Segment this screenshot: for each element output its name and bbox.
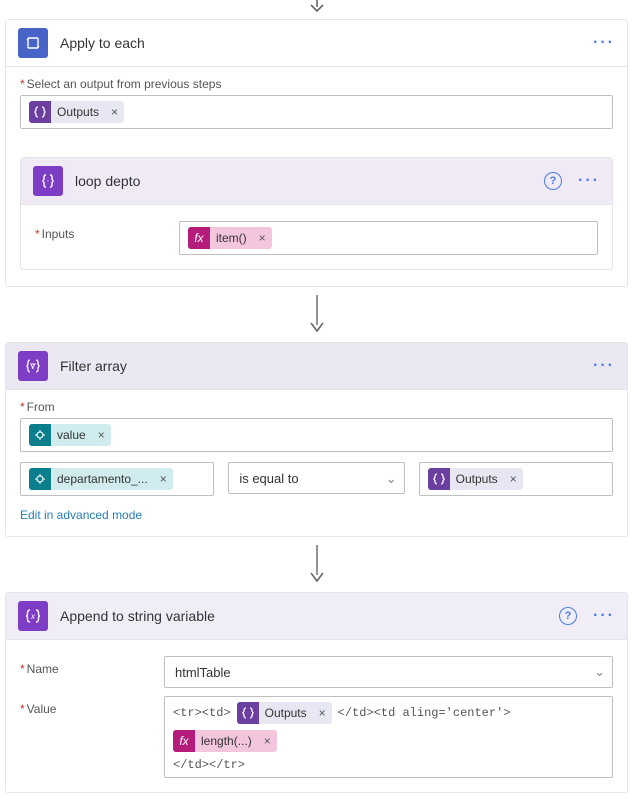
loop-depto-menu[interactable]: ··· [578,172,600,190]
remove-token[interactable]: × [504,468,523,490]
flow-arrow [5,537,628,592]
filter-operator-select[interactable]: is equal to ⌄ [228,462,404,496]
name-label: *Name [20,656,150,676]
select-output-input[interactable]: Outputs × [20,95,613,129]
fx-icon: fx [188,227,210,249]
variable-icon: x [18,601,48,631]
filter-array-header[interactable]: Filter array ··· [6,343,627,390]
remove-token[interactable]: × [253,227,272,249]
value-label: *Value [20,696,150,716]
advanced-mode-link[interactable]: Edit in advanced mode [20,508,613,522]
dynamic-content-icon [29,424,51,446]
braces-icon [29,101,51,123]
apply-to-each-title: Apply to each [60,35,593,51]
html-fragment: <tr><td> [173,706,231,720]
foreach-icon [18,28,48,58]
append-string-header[interactable]: x Append to string variable ? ··· [6,593,627,640]
help-button[interactable]: ? [559,607,577,625]
apply-to-each-card: Apply to each ··· *Select an output from… [5,19,628,287]
braces-icon [428,468,450,490]
braces-icon [237,702,259,724]
from-field[interactable]: value × [20,418,613,452]
append-string-menu[interactable]: ··· [593,607,615,625]
remove-token[interactable]: × [313,702,332,724]
loop-depto-card: loop depto ? ··· *Inputs fx item() × [20,157,613,270]
length-token[interactable]: fx length(...) × [173,730,277,752]
remove-token[interactable]: × [154,468,173,490]
append-string-title: Append to string variable [60,608,559,624]
flow-entry-arrow [5,0,628,19]
departamento-token[interactable]: departamento_... × [29,468,173,490]
fx-icon: fx [173,730,195,752]
loop-depto-header[interactable]: loop depto ? ··· [21,158,612,205]
remove-token[interactable]: × [105,101,124,123]
apply-to-each-menu[interactable]: ··· [593,34,615,52]
append-string-card: x Append to string variable ? ··· *Name … [5,592,628,793]
loop-depto-title: loop depto [75,173,544,189]
inputs-field[interactable]: fx item() × [179,221,598,255]
name-select[interactable]: htmlTable ⌄ [164,656,613,688]
help-button[interactable]: ? [544,172,562,190]
remove-token[interactable]: × [258,730,277,752]
scope-icon [33,166,63,196]
item-token[interactable]: fx item() × [188,227,272,249]
value-field[interactable]: <tr><td> Outputs × </td><td aling='cente… [164,696,613,778]
apply-to-each-header[interactable]: Apply to each ··· [6,20,627,67]
flow-arrow [5,287,628,342]
filter-right-operand[interactable]: Outputs × [419,462,613,496]
filter-left-operand[interactable]: departamento_... × [20,462,214,496]
remove-token[interactable]: × [92,424,111,446]
filter-array-title: Filter array [60,358,593,374]
html-fragment: </td></tr> [173,758,604,772]
svg-text:x: x [30,612,36,621]
html-fragment: </td><td aling='center'> [338,706,511,720]
dynamic-content-icon [29,468,51,490]
value-token[interactable]: value × [29,424,111,446]
filter-array-card: Filter array ··· *From value × [5,342,628,537]
outputs-token[interactable]: Outputs × [428,468,523,490]
filter-icon [18,351,48,381]
outputs-token[interactable]: Outputs × [29,101,124,123]
from-label: *From [20,400,613,414]
filter-array-menu[interactable]: ··· [593,357,615,375]
inputs-label: *Inputs [35,221,165,241]
outputs-token[interactable]: Outputs × [237,702,332,724]
select-output-label: *Select an output from previous steps [20,77,613,91]
